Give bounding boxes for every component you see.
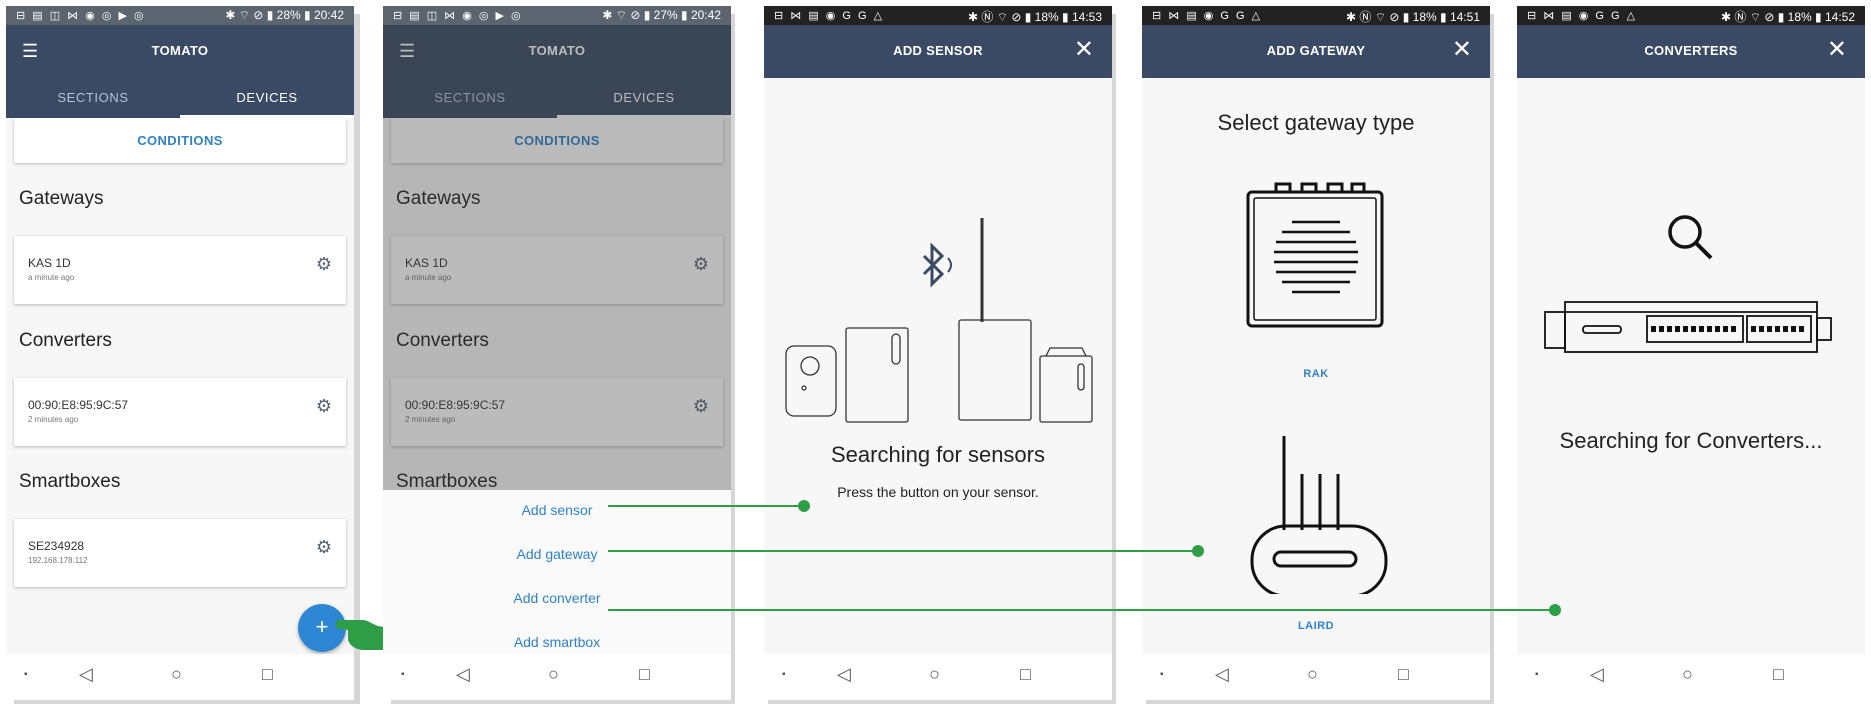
tab-bar: SECTIONS DEVICES xyxy=(6,78,354,118)
searching-sensors-subtitle: Press the button on your sensor. xyxy=(837,484,1039,500)
nav-dot-icon[interactable]: ▪ xyxy=(1160,669,1164,680)
tab-sections[interactable]: SECTIONS xyxy=(6,78,180,118)
screen-add-sensor: ⊟ ⋈ ▤ ◉ G G △ ✱ Ⓝ ⌔ ⊘ ▮ 18% ▮ 14:53 ADD … xyxy=(764,6,1112,700)
app-bar: CONVERTERS ✕ xyxy=(1517,25,1865,78)
home-icon[interactable]: ○ xyxy=(1307,664,1318,685)
app-title: CONVERTERS xyxy=(1644,43,1738,58)
rak-gateway-option[interactable] xyxy=(1240,182,1392,332)
connector-converter-dot xyxy=(1549,604,1561,616)
home-icon[interactable]: ○ xyxy=(548,664,559,685)
status-icons-left: ⊟ ⋈ ▤ ◉ G G △ xyxy=(774,10,885,22)
status-icons-left: ⊟ ▤ ◫ ⋈ ◉ ◎ ▶ ◎ xyxy=(16,10,146,22)
select-gateway-heading: Select gateway type xyxy=(1217,110,1415,135)
app-bar: ☰ TOMATO xyxy=(6,25,354,78)
searching-converters-heading: Searching for Converters... xyxy=(1559,428,1823,453)
conditions-button[interactable]: CONDITIONS xyxy=(14,118,346,163)
home-icon[interactable]: ○ xyxy=(929,664,940,685)
back-icon[interactable]: ◁ xyxy=(79,664,93,685)
close-icon[interactable]: ✕ xyxy=(1827,38,1847,62)
android-nav-bar: ▪ ◁ ○ □ xyxy=(1517,654,1865,700)
gateway-name: KAS 1D xyxy=(28,256,71,270)
search-icon xyxy=(1668,215,1713,260)
back-icon[interactable]: ◁ xyxy=(1215,664,1229,685)
status-icons-right: ✱ Ⓝ ⌔ ⊘ ▮ 18% ▮ 14:52 xyxy=(1721,10,1855,24)
screen-add-gateway: ⊟ ⋈ ▤ ◉ G G △ ✱ Ⓝ ⌔ ⊘ ▮ 18% ▮ 14:51 ADD … xyxy=(1142,6,1490,700)
home-icon[interactable]: ○ xyxy=(171,664,182,685)
nav-dot-icon[interactable]: ▪ xyxy=(24,669,28,680)
status-bar: ⊟ ⋈ ▤ ◉ G G △ ✱ Ⓝ ⌔ ⊘ ▮ 18% ▮ 14:53 xyxy=(764,6,1112,25)
status-icons-right: ✱ Ⓝ ⌔ ⊘ ▮ 18% ▮ 14:53 xyxy=(968,10,1102,24)
converter-name: 00:90:E8:95:9C:57 xyxy=(28,398,129,412)
smartbox-name: SE234928 xyxy=(28,539,85,553)
add-smartbox-item[interactable]: Add smartbox xyxy=(383,634,731,650)
recent-apps-icon[interactable]: □ xyxy=(262,664,273,685)
nav-dot-icon[interactable]: ▪ xyxy=(401,669,405,680)
gateway-card[interactable]: KAS 1D a minute ago ⚙ xyxy=(14,236,346,304)
gateway-timestamp: a minute ago xyxy=(28,273,75,282)
status-icons-left: ⊟ ⋈ ▤ ◉ G G △ xyxy=(1527,10,1638,22)
screen-add-menu: ⊟ ▤ ◫ ⋈ ◉ ◎ ▶ ◎ ✱ ⌔ ⊘ ▮ 27% ▮ 20:42 ☰ TO… xyxy=(383,6,731,700)
status-bar: ⊟ ▤ ◫ ⋈ ◉ ◎ ▶ ◎ ✱ ⌔ ⊘ ▮ 27% ▮ 20:42 xyxy=(383,6,731,25)
app-title: ADD SENSOR xyxy=(893,43,983,58)
status-icons-left: ⊟ ▤ ◫ ⋈ ◉ ◎ ▶ ◎ xyxy=(393,10,523,22)
status-bar: ⊟ ▤ ◫ ⋈ ◉ ◎ ▶ ◎ ✱ ⌔ ⊘ ▮ 28% ▮ 20:42 xyxy=(6,6,354,25)
status-icons-right: ✱ ⌔ ⊘ ▮ 27% ▮ 20:42 xyxy=(602,8,721,22)
recent-apps-icon[interactable]: □ xyxy=(639,664,650,685)
status-bar: ⊟ ⋈ ▤ ◉ G G △ ✱ Ⓝ ⌔ ⊘ ▮ 18% ▮ 14:52 xyxy=(1517,6,1865,25)
nav-dot-icon[interactable]: ▪ xyxy=(1535,669,1539,680)
recent-apps-icon[interactable]: □ xyxy=(1020,664,1031,685)
connector-converter-line xyxy=(608,609,1555,611)
home-icon[interactable]: ○ xyxy=(1682,664,1693,685)
sensors-illustration xyxy=(785,218,1093,423)
laird-gateway-option[interactable] xyxy=(1246,434,1388,594)
smartbox-card[interactable]: SE234928 192.168.178.112 ⚙ xyxy=(14,519,346,587)
close-icon[interactable]: ✕ xyxy=(1074,38,1094,62)
connector-gateway-line xyxy=(608,550,1198,552)
nav-dot-icon[interactable]: ▪ xyxy=(782,669,786,680)
app-title: ADD GATEWAY xyxy=(1266,43,1366,58)
add-converter-item[interactable]: Add converter xyxy=(383,590,731,606)
status-icons-right: ✱ Ⓝ ⌔ ⊘ ▮ 18% ▮ 14:51 xyxy=(1346,10,1480,24)
gear-icon[interactable]: ⚙ xyxy=(316,396,332,417)
android-nav-bar: ▪ ◁ ○ □ xyxy=(1142,654,1490,700)
smartboxes-heading: Smartboxes xyxy=(19,471,121,492)
searching-sensors-heading: Searching for sensors xyxy=(831,442,1045,467)
rak-label[interactable]: RAK xyxy=(1142,368,1490,380)
status-bar: ⊟ ⋈ ▤ ◉ G G △ ✱ Ⓝ ⌔ ⊘ ▮ 18% ▮ 14:51 xyxy=(1142,6,1490,25)
app-bar: ADD SENSOR ✕ xyxy=(764,25,1112,78)
android-nav-bar: ▪ ◁ ○ □ xyxy=(764,654,1112,700)
back-icon[interactable]: ◁ xyxy=(837,664,851,685)
converters-heading: Converters xyxy=(19,330,112,351)
back-icon[interactable]: ◁ xyxy=(456,664,470,685)
screen-converters: ⊟ ⋈ ▤ ◉ G G △ ✱ Ⓝ ⌔ ⊘ ▮ 18% ▮ 14:52 CONV… xyxy=(1517,6,1865,700)
gateways-heading: Gateways xyxy=(19,188,104,209)
android-nav-bar: ▪ ◁ ○ □ xyxy=(6,654,354,700)
laird-label[interactable]: LAIRD xyxy=(1142,620,1490,632)
gear-icon[interactable]: ⚙ xyxy=(316,254,332,275)
app-title: TOMATO xyxy=(151,43,209,58)
app-bar: ADD GATEWAY ✕ xyxy=(1142,25,1490,78)
back-icon[interactable]: ◁ xyxy=(1590,664,1604,685)
add-gateway-item[interactable]: Add gateway xyxy=(383,546,731,562)
smartbox-ip: 192.168.178.112 xyxy=(28,556,88,565)
status-icons-right: ✱ ⌔ ⊘ ▮ 28% ▮ 20:42 xyxy=(225,8,344,22)
status-icons-left: ⊟ ⋈ ▤ ◉ G G △ xyxy=(1152,10,1263,22)
converter-card[interactable]: 00:90:E8:95:9C:57 2 minutes ago ⚙ xyxy=(14,378,346,446)
recent-apps-icon[interactable]: □ xyxy=(1398,664,1409,685)
gear-icon[interactable]: ⚙ xyxy=(316,537,332,558)
connector-sensor-line xyxy=(608,505,804,507)
close-icon[interactable]: ✕ xyxy=(1452,38,1472,62)
connector-gateway-dot xyxy=(1192,545,1204,557)
converter-illustration xyxy=(1544,301,1832,353)
converter-timestamp: 2 minutes ago xyxy=(28,415,79,424)
connector-sensor-dot xyxy=(798,500,810,512)
recent-apps-icon[interactable]: □ xyxy=(1773,664,1784,685)
android-nav-bar: ▪ ◁ ○ □ xyxy=(383,654,731,700)
tab-devices[interactable]: DEVICES xyxy=(180,78,354,118)
screen-devices: ⊟ ▤ ◫ ⋈ ◉ ◎ ▶ ◎ ✱ ⌔ ⊘ ▮ 28% ▮ 20:42 ☰ TO… xyxy=(6,6,354,700)
